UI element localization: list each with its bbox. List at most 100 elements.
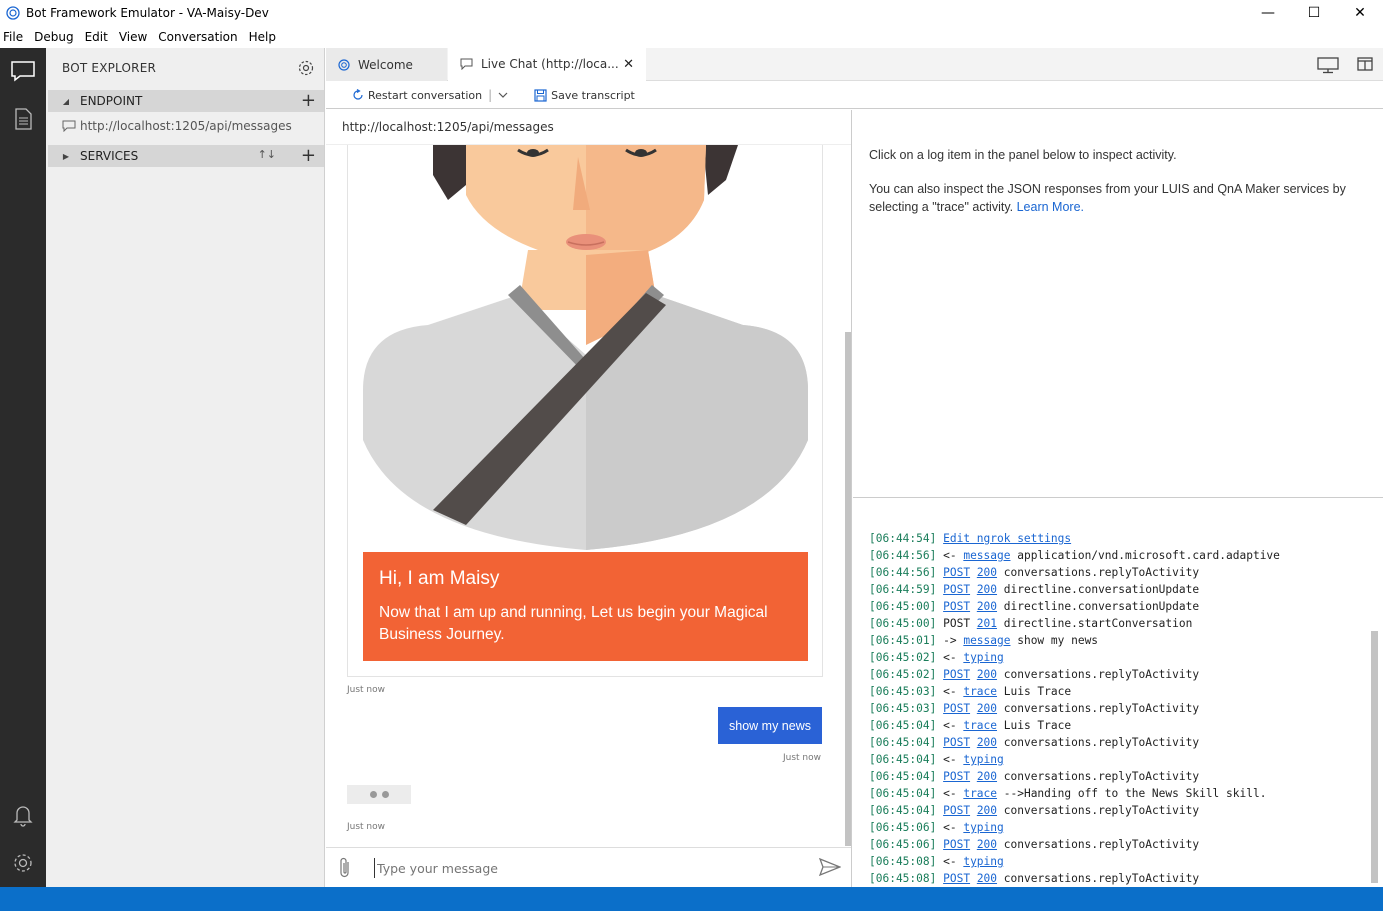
log-entry[interactable]: [06:45:06] POST 200 conversations.replyT…	[869, 836, 1280, 853]
presentation-mode-icon[interactable]	[1317, 56, 1339, 74]
message-input[interactable]	[374, 858, 794, 878]
log-link[interactable]: message	[963, 549, 1010, 562]
menu-edit[interactable]: Edit	[85, 30, 108, 44]
log-timestamp: [06:45:06]	[869, 821, 937, 834]
menu-file[interactable]: File	[3, 30, 23, 44]
log-link[interactable]: typing	[963, 821, 1003, 834]
restart-conversation-button[interactable]: Restart conversation	[352, 89, 482, 102]
log-scrollbar[interactable]	[1371, 631, 1378, 883]
menu-debug[interactable]: Debug	[34, 30, 73, 44]
log-link[interactable]: POST	[943, 872, 970, 885]
paperclip-icon[interactable]	[338, 857, 352, 879]
log-link[interactable]: POST	[943, 600, 970, 613]
log-link[interactable]: POST	[943, 736, 970, 749]
log-link[interactable]: POST	[943, 804, 970, 817]
log-link[interactable]: message	[963, 634, 1010, 647]
bot-explorer-panel: BOT EXPLORER ◢ ENDPOINT + http://localho…	[46, 48, 325, 887]
log-link[interactable]: 200	[977, 566, 997, 579]
sort-icon[interactable]: ↑↓	[258, 148, 276, 161]
log-entry[interactable]: [06:45:02] POST 200 conversations.replyT…	[869, 666, 1280, 683]
log-link[interactable]: typing	[963, 753, 1003, 766]
document-icon[interactable]	[8, 104, 38, 134]
log-entry[interactable]: [06:45:04] <- typing	[869, 751, 1280, 768]
log-text: conversations.replyToActivity	[997, 770, 1200, 783]
log-link[interactable]: 200	[977, 668, 997, 681]
log-entry[interactable]: [06:45:08] POST 200 conversations.replyT…	[869, 870, 1280, 887]
log-link[interactable]: 200	[977, 804, 997, 817]
log-entry[interactable]: [06:44:54] Edit ngrok settings	[869, 530, 1280, 547]
log-link[interactable]: Edit ngrok settings	[943, 532, 1071, 545]
log-link[interactable]: POST	[943, 566, 970, 579]
log-link[interactable]: POST	[943, 702, 970, 715]
log-link[interactable]: 200	[977, 872, 997, 885]
close-tab-icon[interactable]: ✕	[623, 57, 634, 72]
log-entry[interactable]: [06:45:08] <- typing	[869, 853, 1280, 870]
log-timestamp: [06:44:59]	[869, 583, 937, 596]
log-list: [06:44:54] Edit ngrok settings [06:44:56]…	[869, 530, 1280, 887]
log-link[interactable]: 200	[977, 838, 997, 851]
log-entry[interactable]: [06:45:03] <- trace Luis Trace	[869, 683, 1280, 700]
log-link[interactable]: trace	[963, 685, 997, 698]
tab-live-chat[interactable]: Live Chat (http://loca... ✕	[448, 48, 646, 81]
menu-help[interactable]: Help	[249, 30, 276, 44]
log-link[interactable]: typing	[963, 855, 1003, 868]
log-link[interactable]: 200	[977, 583, 997, 596]
log-entry[interactable]: [06:45:04] <- trace -->Handing off to th…	[869, 785, 1280, 802]
send-icon[interactable]	[819, 858, 841, 876]
log-link[interactable]: 201	[977, 617, 997, 630]
save-transcript-button[interactable]: Save transcript	[534, 89, 635, 102]
log-link[interactable]: POST	[943, 770, 970, 783]
log-link[interactable]: POST	[943, 668, 970, 681]
split-view-icon[interactable]	[1357, 56, 1373, 72]
log-entry[interactable]: [06:45:04] POST 200 conversations.replyT…	[869, 802, 1280, 819]
log-timestamp: [06:45:00]	[869, 600, 937, 613]
notification-bell-icon[interactable]	[8, 800, 38, 830]
log-entry[interactable]: [06:45:04] <- trace Luis Trace	[869, 717, 1280, 734]
log-link[interactable]: POST	[943, 838, 970, 851]
log-timestamp: [06:45:03]	[869, 702, 937, 715]
log-link[interactable]: 200	[977, 770, 997, 783]
log-entry[interactable]: [06:45:04] POST 200 conversations.replyT…	[869, 734, 1280, 751]
log-entry[interactable]: [06:44:56] <- message application/vnd.mi…	[869, 547, 1280, 564]
log-entry[interactable]: [06:45:03] POST 200 conversations.replyT…	[869, 700, 1280, 717]
log-entry[interactable]: [06:45:01] -> message show my news	[869, 632, 1280, 649]
add-endpoint-icon[interactable]: +	[301, 92, 316, 110]
log-link[interactable]: POST	[943, 583, 970, 596]
chevron-down-icon[interactable]	[498, 91, 508, 99]
close-window-button[interactable]: ✕	[1337, 0, 1383, 26]
log-timestamp: [06:44:56]	[869, 549, 937, 562]
endpoint-item[interactable]: http://localhost:1205/api/messages	[62, 119, 292, 133]
adaptive-card: Hi, I am Maisy Now that I am up and runn…	[347, 145, 823, 677]
settings-gear-icon[interactable]	[8, 848, 38, 878]
log-link[interactable]: trace	[963, 719, 997, 732]
log-entry[interactable]: [06:45:00] POST 201 directline.startConv…	[869, 615, 1280, 632]
chat-toolbar: Restart conversation | Save transcript	[326, 82, 1383, 109]
menu-conversation[interactable]: Conversation	[158, 30, 237, 44]
chat-icon[interactable]	[8, 56, 38, 86]
learn-more-link[interactable]: Learn More.	[1017, 200, 1084, 214]
log-entry[interactable]: [06:44:59] POST 200 directline.conversat…	[869, 581, 1280, 598]
log-link[interactable]: typing	[963, 651, 1003, 664]
endpoint-section-header[interactable]: ◢ ENDPOINT +	[48, 90, 324, 112]
minimize-button[interactable]: —	[1245, 0, 1291, 26]
services-section-header[interactable]: ▶ SERVICES ↑↓ +	[48, 145, 324, 167]
log-link[interactable]: 200	[977, 600, 997, 613]
log-entry[interactable]: [06:45:02] <- typing	[869, 649, 1280, 666]
explorer-settings-icon[interactable]	[297, 59, 315, 77]
menu-view[interactable]: View	[119, 30, 147, 44]
log-entry[interactable]: [06:44:56] POST 200 conversations.replyT…	[869, 564, 1280, 581]
log-link[interactable]: 200	[977, 736, 997, 749]
log-link[interactable]: 200	[977, 702, 997, 715]
log-entry[interactable]: [06:45:04] POST 200 conversations.replyT…	[869, 768, 1280, 785]
card-text: Now that I am up and running, Let us beg…	[379, 604, 768, 643]
tab-welcome-label: Welcome	[358, 57, 413, 72]
add-service-icon[interactable]: +	[301, 147, 316, 165]
maximize-button[interactable]: ☐	[1291, 0, 1337, 26]
log-entry[interactable]: [06:45:06] <- typing	[869, 819, 1280, 836]
log-entry[interactable]: [06:45:00] POST 200 directline.conversat…	[869, 598, 1280, 615]
log-text: conversations.replyToActivity	[997, 668, 1200, 681]
chat-scrollbar[interactable]	[845, 332, 851, 846]
log-link[interactable]: trace	[963, 787, 997, 800]
tab-welcome[interactable]: Welcome	[326, 48, 447, 81]
